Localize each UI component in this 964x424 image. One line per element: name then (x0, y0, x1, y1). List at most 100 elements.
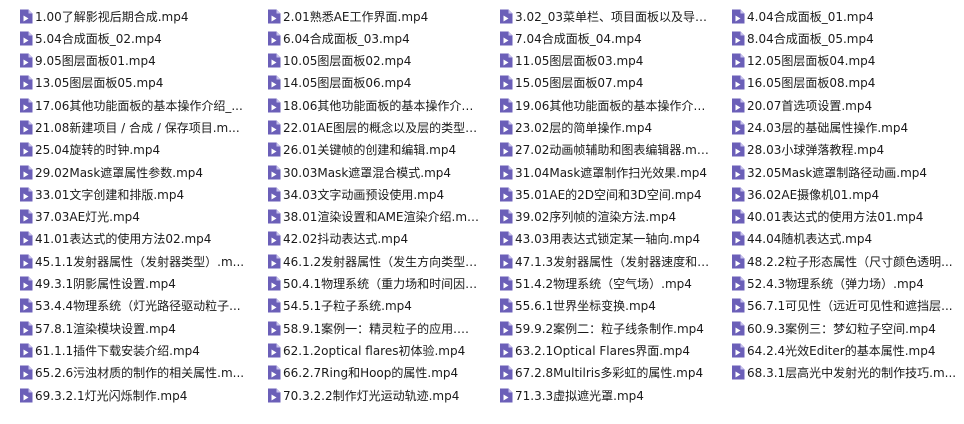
file-item[interactable]: 63.2.1Optical Flares界面.mp4 (480, 339, 712, 361)
file-item[interactable]: 8.04合成面板_05.mp4 (712, 27, 964, 49)
file-item[interactable]: 33.01文字创建和排版.mp4 (0, 183, 248, 205)
file-name: 34.03文字动画预设使用.mp4 (283, 187, 445, 202)
file-name: 38.01渲染设置和AME渲染介绍.mp4 (283, 210, 480, 225)
file-item[interactable]: 48.2.2粒子形态属性（尺寸颜色透明... (712, 250, 964, 272)
file-item[interactable]: 5.04合成面板_02.mp4 (0, 27, 248, 49)
file-name: 57.8.1渲染模块设置.mp4 (35, 321, 176, 336)
file-name: 65.2.6污浊材质的制作的相关属性.m... (35, 366, 245, 381)
file-item[interactable]: 12.05图层面板04.mp4 (712, 50, 964, 72)
file-item[interactable]: 11.05图层面板03.mp4 (480, 50, 712, 72)
file-item[interactable]: 21.08新建项目 / 合成 / 保存项目.m... (0, 116, 248, 138)
file-item[interactable]: 14.05图层面板06.mp4 (248, 72, 480, 94)
file-item[interactable]: 18.06其他功能面板的基本操作介绍_... (248, 94, 480, 116)
file-item[interactable]: 24.03层的基础属性操作.mp4 (712, 116, 964, 138)
file-item[interactable]: 50.4.1物理系统（重力场和时间因数... (248, 273, 480, 295)
video-file-icon (731, 231, 745, 246)
file-item[interactable]: 53.4.4物理系统（灯光路径驱动粒子... (0, 295, 248, 317)
file-item[interactable]: 26.01关键帧的创建和编辑.mp4 (248, 139, 480, 161)
file-item[interactable]: 69.3.2.1灯光闪烁制作.mp4 (0, 384, 248, 406)
file-item[interactable]: 59.9.2案例二：粒子线条制作.mp4 (480, 317, 712, 339)
file-item[interactable]: 41.01表达式的使用方法02.mp4 (0, 228, 248, 250)
file-item[interactable]: 71.3.3虚拟遮光罩.mp4 (480, 384, 712, 406)
video-file-icon (731, 53, 745, 68)
file-name: 8.04合成面板_05.mp4 (747, 31, 874, 46)
file-item[interactable]: 31.04Mask遮罩制作扫光效果.mp4 (480, 161, 712, 183)
file-item[interactable]: 60.9.3案例三：梦幻粒子空间.mp4 (712, 317, 964, 339)
file-item[interactable]: 13.05图层面板05.mp4 (0, 72, 248, 94)
file-item[interactable]: 61.1.1插件下载安装介绍.mp4 (0, 339, 248, 361)
file-item[interactable]: 20.07首选项设置.mp4 (712, 94, 964, 116)
video-file-icon (19, 321, 33, 336)
file-item[interactable]: 7.04合成面板_04.mp4 (480, 27, 712, 49)
file-item[interactable]: 43.03用表达式锁定某一轴向.mp4 (480, 228, 712, 250)
file-item[interactable]: 28.03小球弹落教程.mp4 (712, 139, 964, 161)
file-item[interactable]: 23.02层的简单操作.mp4 (480, 116, 712, 138)
file-item[interactable]: 47.1.3发射器属性（发射器速度和随... (480, 250, 712, 272)
file-name: 47.1.3发射器属性（发射器速度和随... (515, 254, 712, 269)
file-item[interactable]: 22.01AE图层的概念以及层的类型.m... (248, 116, 480, 138)
video-file-icon (731, 343, 745, 358)
file-item[interactable]: 58.9.1案例一：精灵粒子的应用.mp4 (248, 317, 480, 339)
video-file-icon (19, 75, 33, 90)
file-item[interactable]: 49.3.1阴影属性设置.mp4 (0, 273, 248, 295)
file-item[interactable]: 67.2.8Multilris多彩虹的属性.mp4 (480, 362, 712, 384)
video-file-icon (731, 98, 745, 113)
video-file-icon (19, 388, 33, 403)
file-item[interactable]: 29.02Mask遮罩属性参数.mp4 (0, 161, 248, 183)
file-item[interactable]: 19.06其他功能面板的基本操作介绍... (480, 94, 712, 116)
file-item[interactable]: 3.02_03菜单栏、项目面板以及导入... (480, 5, 712, 27)
file-item[interactable]: 52.4.3物理系统（弹力场）.mp4 (712, 273, 964, 295)
file-item[interactable]: 44.04随机表达式.mp4 (712, 228, 964, 250)
file-item[interactable]: 51.4.2物理系统（空气场）.mp4 (480, 273, 712, 295)
file-item[interactable]: 55.6.1世界坐标变换.mp4 (480, 295, 712, 317)
file-item[interactable]: 35.01AE的2D空间和3D空间.mp4 (480, 183, 712, 205)
file-item[interactable]: 30.03Mask遮罩混合模式.mp4 (248, 161, 480, 183)
file-item[interactable]: 62.1.2optical flares初体验.mp4 (248, 339, 480, 361)
file-item[interactable]: 32.05Mask遮罩制路径动画.mp4 (712, 161, 964, 183)
file-name: 13.05图层面板05.mp4 (35, 76, 164, 91)
file-name: 51.4.2物理系统（空气场）.mp4 (515, 277, 692, 292)
file-name: 20.07首选项设置.mp4 (747, 98, 873, 113)
file-item[interactable]: 46.1.2发射器属性（发生方向类型）... (248, 250, 480, 272)
file-item[interactable]: 25.04旋转的时钟.mp4 (0, 139, 248, 161)
video-file-icon (499, 187, 513, 202)
file-item[interactable]: 37.03AE灯光.mp4 (0, 206, 248, 228)
file-item[interactable]: 4.04合成面板_01.mp4 (712, 5, 964, 27)
file-item[interactable]: 1.00了解影视后期合成.mp4 (0, 5, 248, 27)
file-name: 1.00了解影视后期合成.mp4 (35, 9, 189, 24)
file-item[interactable]: 9.05图层面板01.mp4 (0, 50, 248, 72)
file-item[interactable]: 70.3.2.2制作灯光运动轨迹.mp4 (248, 384, 480, 406)
file-item[interactable]: 54.5.1子粒子系统.mp4 (248, 295, 480, 317)
video-file-icon (19, 120, 33, 135)
video-file-icon (267, 9, 281, 24)
file-name: 33.01文字创建和排版.mp4 (35, 187, 185, 202)
file-item[interactable]: 38.01渲染设置和AME渲染介绍.mp4 (248, 206, 480, 228)
file-item[interactable]: 40.01表达式的使用方法01.mp4 (712, 206, 964, 228)
file-grid: 1.00了解影视后期合成.mp4 5.04合成面板_02.mp4 9.05图层面板0… (0, 0, 964, 424)
file-item[interactable]: 6.04合成面板_03.mp4 (248, 27, 480, 49)
file-item[interactable]: 16.05图层面板08.mp4 (712, 72, 964, 94)
file-item[interactable]: 42.02抖动表达式.mp4 (248, 228, 480, 250)
video-file-icon (19, 187, 33, 202)
file-item[interactable]: 57.8.1渲染模块设置.mp4 (0, 317, 248, 339)
file-item[interactable]: 10.05图层面板02.mp4 (248, 50, 480, 72)
file-item[interactable]: 64.2.4光效Editer的基本属性.mp4 (712, 339, 964, 361)
file-item[interactable]: 17.06其他功能面板的基本操作介绍_... (0, 94, 248, 116)
video-file-icon (267, 231, 281, 246)
file-name: 50.4.1物理系统（重力场和时间因数... (283, 277, 480, 292)
file-item[interactable]: 45.1.1发射器属性（发射器类型）.m... (0, 250, 248, 272)
file-name: 49.3.1阴影属性设置.mp4 (35, 277, 176, 292)
file-item[interactable]: 36.02AE摄像机01.mp4 (712, 183, 964, 205)
file-item[interactable]: 39.02序列帧的渲染方法.mp4 (480, 206, 712, 228)
file-name: 59.9.2案例二：粒子线条制作.mp4 (515, 321, 704, 336)
file-item[interactable]: 56.7.1可见性（远近可见性和遮挡层... (712, 295, 964, 317)
file-item[interactable]: 68.3.1层高光中发射光的制作技巧.m... (712, 362, 964, 384)
file-item[interactable]: 66.2.7Ring和Hoop的属性.mp4 (248, 362, 480, 384)
file-item[interactable]: 27.02动画帧辅助和图表编辑器.mp4 (480, 139, 712, 161)
file-item[interactable]: 65.2.6污浊材质的制作的相关属性.m... (0, 362, 248, 384)
video-file-icon (19, 343, 33, 358)
file-name: 61.1.1插件下载安装介绍.mp4 (35, 343, 200, 358)
file-item[interactable]: 15.05图层面板07.mp4 (480, 72, 712, 94)
file-item[interactable]: 34.03文字动画预设使用.mp4 (248, 183, 480, 205)
file-item[interactable]: 2.01熟悉AE工作界面.mp4 (248, 5, 480, 27)
